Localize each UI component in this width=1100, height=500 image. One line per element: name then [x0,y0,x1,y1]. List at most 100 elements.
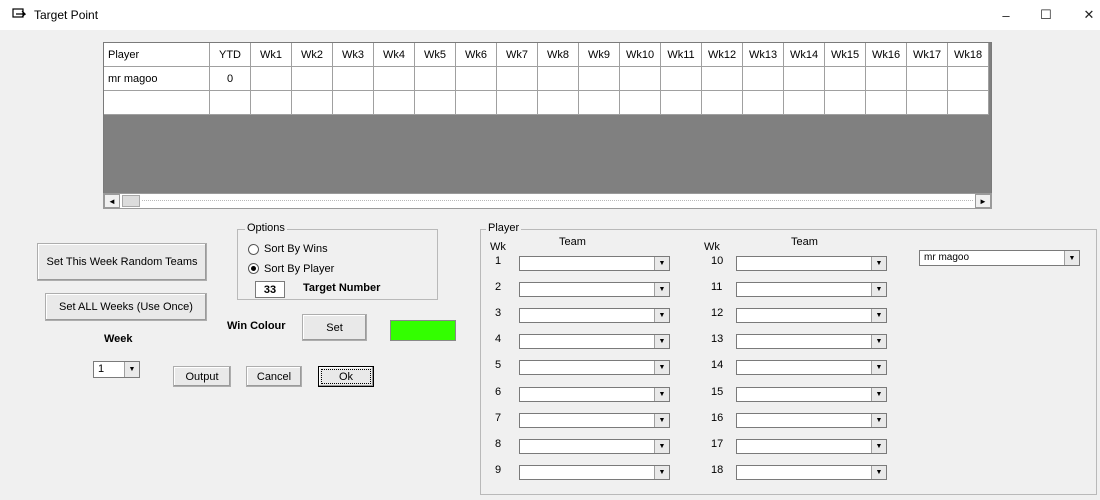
player-select[interactable]: mr magoo ▼ [919,250,1080,266]
week-cell[interactable] [251,67,292,91]
close-button[interactable]: ✕ [1066,0,1100,30]
chevron-down-icon[interactable]: ▼ [871,283,886,296]
team-select[interactable]: ▼ [736,256,887,271]
week-cell[interactable] [333,67,374,91]
team-select[interactable]: ▼ [519,465,670,480]
week-cell[interactable] [702,91,743,115]
week-cell[interactable] [702,67,743,91]
week-cell[interactable] [825,91,866,115]
week-cell[interactable] [292,67,333,91]
team-select[interactable]: ▼ [519,360,670,375]
ytd-cell[interactable]: 0 [210,67,251,91]
chevron-down-icon[interactable]: ▼ [871,257,886,270]
team-select[interactable]: ▼ [736,387,887,402]
player-cell[interactable] [104,91,210,115]
set-week-random-teams-button[interactable]: Set This Week Random Teams [37,243,207,281]
player-cell[interactable]: mr magoo [104,67,210,91]
week-cell[interactable] [948,91,989,115]
week-cell[interactable] [661,91,702,115]
week-cell[interactable] [497,91,538,115]
chevron-down-icon[interactable]: ▼ [124,362,139,377]
scroll-right-icon[interactable]: ► [975,194,991,208]
chevron-down-icon[interactable]: ▼ [654,335,669,348]
week-select[interactable]: 1 ▼ [93,361,140,378]
team-select[interactable]: ▼ [519,256,670,271]
week-cell[interactable] [620,91,661,115]
week-cell[interactable] [292,91,333,115]
set-colour-button[interactable]: Set [302,314,367,341]
week-cell[interactable] [497,67,538,91]
scroll-left-icon[interactable]: ◄ [104,194,120,208]
week-cell[interactable] [866,67,907,91]
chevron-down-icon[interactable]: ▼ [871,335,886,348]
chevron-down-icon[interactable]: ▼ [654,414,669,427]
chevron-down-icon[interactable]: ▼ [654,388,669,401]
week-cell[interactable] [784,67,825,91]
week-cell[interactable] [743,67,784,91]
team-select[interactable]: ▼ [736,282,887,297]
sort-by-player-radio[interactable] [248,263,259,274]
week-cell[interactable] [907,67,948,91]
week-cell[interactable] [538,91,579,115]
table-row[interactable]: mr magoo 0 [104,67,989,91]
week-cell[interactable] [333,91,374,115]
results-grid[interactable]: Player YTD Wk1 Wk2 Wk3 Wk4 Wk5 Wk6 Wk7 Wk8 Wk9 Wk10… [103,42,992,209]
team-select[interactable]: ▼ [519,282,670,297]
team-select[interactable]: ▼ [736,308,887,323]
week-cell[interactable] [948,67,989,91]
team-select[interactable]: ▼ [519,387,670,402]
chevron-down-icon[interactable]: ▼ [654,257,669,270]
sort-by-wins-label[interactable]: Sort By Wins [264,243,328,255]
week-cell[interactable] [374,67,415,91]
week-cell[interactable] [784,91,825,115]
week-cell[interactable] [415,91,456,115]
scroll-thumb[interactable] [122,195,140,207]
cancel-button[interactable]: Cancel [246,366,302,387]
week-cell[interactable] [251,91,292,115]
chevron-down-icon[interactable]: ▼ [871,309,886,322]
chevron-down-icon[interactable]: ▼ [871,414,886,427]
ok-button[interactable]: Ok [318,366,374,387]
week-cell[interactable] [866,91,907,115]
week-cell[interactable] [415,67,456,91]
sort-by-player-label[interactable]: Sort By Player [264,263,334,275]
week-cell[interactable] [538,67,579,91]
sort-by-wins-radio[interactable] [248,244,259,255]
chevron-down-icon[interactable]: ▼ [871,388,886,401]
week-cell[interactable] [579,67,620,91]
team-select[interactable]: ▼ [736,465,887,480]
grid-horizontal-scrollbar[interactable]: ◄ ► [103,193,992,209]
chevron-down-icon[interactable]: ▼ [654,309,669,322]
table-row[interactable] [104,91,989,115]
target-number-input[interactable]: 33 [255,281,285,298]
chevron-down-icon[interactable]: ▼ [654,283,669,296]
week-cell[interactable] [456,91,497,115]
team-select[interactable]: ▼ [519,308,670,323]
chevron-down-icon[interactable]: ▼ [871,440,886,453]
team-select[interactable]: ▼ [736,360,887,375]
week-cell[interactable] [825,67,866,91]
team-select[interactable]: ▼ [519,334,670,349]
set-all-weeks-button[interactable]: Set ALL Weeks (Use Once) [45,293,207,321]
chevron-down-icon[interactable]: ▼ [654,466,669,479]
chevron-down-icon[interactable]: ▼ [654,440,669,453]
team-select[interactable]: ▼ [736,439,887,454]
maximize-button[interactable]: ☐ [1023,0,1069,30]
chevron-down-icon[interactable]: ▼ [871,361,886,374]
team-select[interactable]: ▼ [519,413,670,428]
scroll-track[interactable] [142,200,973,201]
chevron-down-icon[interactable]: ▼ [871,466,886,479]
team-select[interactable]: ▼ [519,439,670,454]
week-cell[interactable] [579,91,620,115]
chevron-down-icon[interactable]: ▼ [654,361,669,374]
week-cell[interactable] [374,91,415,115]
week-cell[interactable] [661,67,702,91]
week-cell[interactable] [620,67,661,91]
output-button[interactable]: Output [173,366,231,387]
team-select[interactable]: ▼ [736,334,887,349]
team-select[interactable]: ▼ [736,413,887,428]
week-cell[interactable] [743,91,784,115]
week-cell[interactable] [456,67,497,91]
ytd-cell[interactable] [210,91,251,115]
week-cell[interactable] [907,91,948,115]
